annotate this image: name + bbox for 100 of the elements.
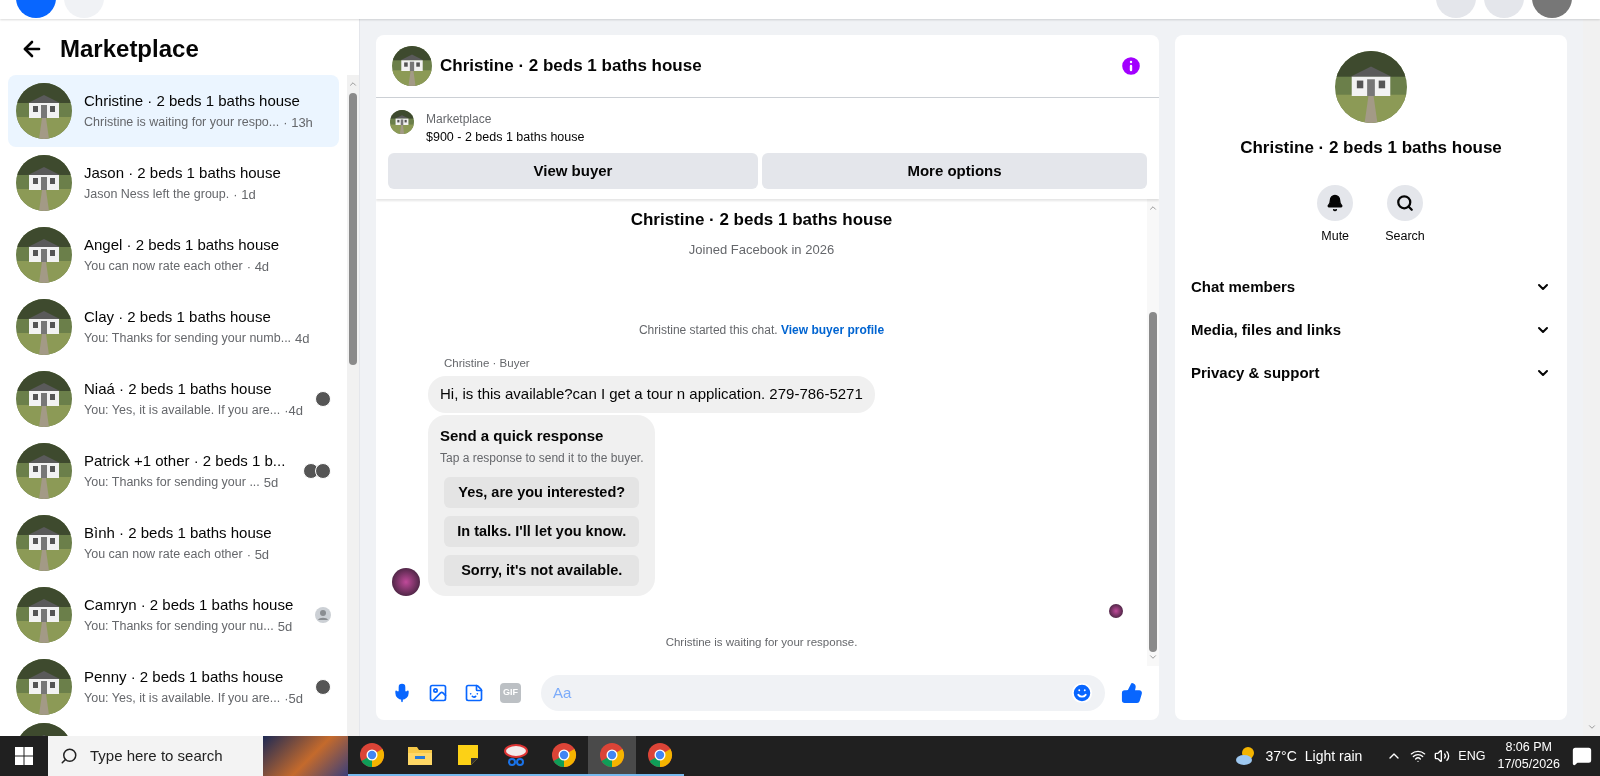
intro-subtitle: Joined Facebook in 2026: [687, 241, 836, 260]
temperature: 37°C: [1265, 746, 1297, 766]
conversation-item[interactable]: Clay · 2 beds 1 baths house You: Thanks for sending your numb... 4d: [8, 291, 339, 363]
intro-title: Christine · 2 beds 1 baths house: [629, 208, 894, 231]
conversation-preview: You: Thanks for sending your numb...: [84, 329, 292, 347]
seen-avatar: [303, 463, 319, 479]
system-message: Christine started this chat.: [638, 322, 779, 337]
conversation-item[interactable]: Bình · 2 beds 1 baths house You can now rate each other · 5d: [8, 507, 339, 579]
bell-icon: [1326, 193, 1345, 212]
quick-response-option[interactable]: Yes, are you interested?: [444, 477, 640, 508]
conversation-item[interactable]: Christine · 2 beds 1 baths house Christine is waiting for your respo... · 13h: [8, 75, 339, 147]
seen-avatar: [315, 463, 331, 479]
conversation-title: Penny · 2 beds 1 baths house: [84, 667, 285, 687]
thumbs-up-icon[interactable]: [1121, 682, 1143, 704]
weather-text: Light rain: [1304, 746, 1363, 766]
listing-action-button[interactable]: View buyer: [388, 152, 758, 189]
image-icon[interactable]: [428, 683, 448, 703]
details-section[interactable]: Privacy & support: [1191, 351, 1551, 395]
quick-response-hint: Tap a response to send it to the buyer.: [440, 450, 644, 467]
quick-response-option[interactable]: Sorry, it's not available.: [444, 555, 640, 586]
page-scrollbar[interactable]: [1583, 19, 1600, 736]
person-silhouette-icon: [315, 607, 331, 623]
quick-response-option[interactable]: In talks. I'll let you know.: [444, 516, 640, 547]
conversation-preview: You: Yes, it is available. If you are...: [84, 689, 281, 707]
mute-button[interactable]: [1317, 184, 1354, 221]
listing-title: $900 - 2 beds 1 baths house: [426, 129, 585, 146]
emoji-icon[interactable]: [1071, 682, 1093, 704]
seen-avatar: [315, 391, 331, 407]
seen-avatar: [315, 679, 331, 695]
house-photo: [16, 227, 72, 283]
seen-avatar: [1109, 604, 1123, 618]
conversation-time: · 13h: [283, 113, 313, 132]
scissors-icon: [503, 743, 529, 767]
conversation-preview: You can now rate each other: [84, 257, 243, 275]
windows-logo-icon[interactable]: [15, 747, 33, 765]
conversation-title: Niaá · 2 beds 1 baths house: [84, 379, 273, 399]
sidebar-title: Marketplace: [60, 34, 199, 64]
sticky-note-icon: [456, 743, 480, 767]
folder-icon: [407, 744, 433, 766]
house-photo: [16, 371, 72, 427]
info-icon[interactable]: [1119, 54, 1143, 78]
conversation-preview: Christine is waiting for your respo...: [84, 113, 280, 131]
sender-label: Christine · Buyer: [444, 355, 531, 371]
sticker-icon[interactable]: [464, 683, 484, 703]
house-photo: [392, 46, 432, 86]
conversation-time: ·4d: [284, 401, 303, 420]
clock-date: 17/05/2026: [1497, 756, 1560, 773]
conversation-title: Christine · 2 beds 1 baths house: [84, 91, 301, 111]
volume-icon[interactable]: [1434, 748, 1451, 764]
taskbar-search-field[interactable]: Type here to search: [48, 736, 348, 776]
house-photo: [16, 299, 72, 355]
listing-label: Marketplace: [426, 111, 493, 128]
browser-icon: [359, 742, 385, 768]
conversation-title: Bình · 2 beds 1 baths house: [84, 523, 273, 543]
scrollbar[interactable]: [347, 75, 359, 736]
conversation-time: ·5d: [284, 689, 303, 708]
microphone-icon[interactable]: [392, 683, 412, 703]
conversation-preview: Jason Ness left the group.: [84, 185, 230, 203]
action-label: Search: [1385, 227, 1425, 245]
network-icon[interactable]: [1410, 748, 1427, 764]
conversation-title: Jason · 2 beds 1 baths house: [84, 163, 282, 183]
message-field[interactable]: Aa: [541, 675, 1105, 711]
browser-icon: [647, 742, 673, 768]
waiting-status: Christine is waiting for your response.: [664, 635, 859, 650]
quick-response-title: Send a quick response: [440, 425, 605, 446]
conversation-preview: You: Thanks for sending your ...: [84, 473, 260, 491]
search-button[interactable]: [1387, 184, 1423, 221]
conversation-preview: You: Yes, it is available. If you are...: [84, 401, 281, 419]
message-input[interactable]: Aa: [553, 681, 1071, 705]
house-photo: [16, 659, 72, 715]
browser-icon: [599, 742, 625, 768]
message-bubble: Hi, is this available?can I get a tour n application. 279-786-5271: [428, 376, 875, 413]
taskbar-app[interactable]: [588, 736, 636, 776]
details-section[interactable]: Chat members: [1191, 265, 1551, 309]
language-indicator[interactable]: ENG: [1458, 746, 1486, 766]
conversation-item[interactable]: Penny · 2 beds 1 baths house You: Yes, it is available. If you are... ·5d: [8, 651, 339, 723]
house-photo: [390, 110, 414, 134]
conversation-time: 5d: [277, 617, 293, 636]
conversation-time: · 5d: [246, 545, 270, 564]
conversation-item[interactable]: Patrick +1 other · 2 beds 1 b... You: Thanks for sending your ... 5d: [8, 435, 339, 507]
conversation-item[interactable]: Jason · 2 beds 1 baths house Jason Ness left the group. · 1d: [8, 147, 339, 219]
browser-icon: [551, 742, 577, 768]
conversation-item[interactable]: Angel · 2 beds 1 baths house You can now rate each other · 4d: [8, 219, 339, 291]
house-photo: [16, 443, 72, 499]
house-photo: [16, 587, 72, 643]
conversation-preview: You: Thanks for sending your nu...: [84, 617, 274, 635]
conversation-title: Clay · 2 beds 1 baths house: [84, 307, 272, 327]
house-photo: [16, 83, 72, 139]
house-photo: [16, 515, 72, 571]
conversation-title: Camryn · 2 beds 1 baths house: [84, 595, 295, 615]
conversation-item[interactable]: Camryn · 2 beds 1 baths house You: Thanks for sending your nu... 5d: [8, 579, 339, 651]
notification-icon[interactable]: [1572, 746, 1592, 766]
conversation-item[interactable]: Niaá · 2 beds 1 baths house You: Yes, it is available. If you are... ·4d: [8, 363, 339, 435]
house-photo: [16, 155, 72, 211]
action-label: Mute: [1321, 227, 1350, 245]
conversation-preview: You can now rate each other: [84, 545, 243, 563]
details-title: Christine · 2 beds 1 baths house: [1240, 137, 1502, 159]
buyer-profile-link[interactable]: View buyer profile: [780, 322, 885, 337]
details-section[interactable]: Media, files and links: [1191, 308, 1551, 352]
listing-action-button[interactable]: More options: [762, 152, 1147, 189]
